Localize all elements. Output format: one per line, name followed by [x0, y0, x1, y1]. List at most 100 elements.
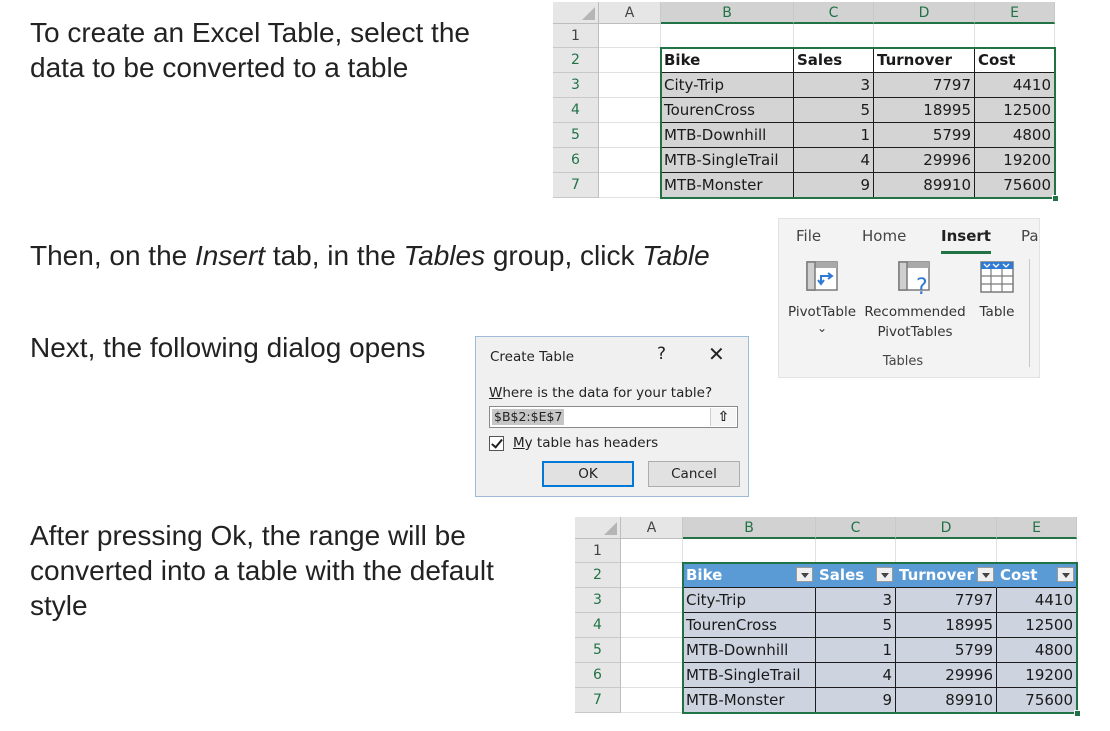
- column-header-c[interactable]: C: [794, 2, 874, 24]
- table-header-cell[interactable]: Sales: [794, 48, 874, 73]
- column-header-b[interactable]: B: [683, 517, 816, 539]
- empty-cell[interactable]: [621, 688, 683, 713]
- data-cell[interactable]: MTB-SingleTrail: [661, 148, 794, 173]
- collapse-dialog-icon[interactable]: ⇧: [710, 408, 736, 426]
- data-cell[interactable]: MTB-SingleTrail: [683, 663, 816, 688]
- row-header-3[interactable]: 3: [575, 588, 621, 613]
- row-header-7[interactable]: 7: [575, 688, 621, 713]
- table-header-cell[interactable]: Cost: [997, 563, 1077, 588]
- pivottable-button[interactable]: PivotTable ⌄: [785, 259, 859, 334]
- empty-cell[interactable]: [621, 613, 683, 638]
- data-cell[interactable]: 4410: [997, 588, 1077, 613]
- data-cell[interactable]: 18995: [896, 613, 997, 638]
- data-cell[interactable]: 12500: [997, 613, 1077, 638]
- row-header-3[interactable]: 3: [553, 73, 599, 98]
- data-cell[interactable]: City-Trip: [683, 588, 816, 613]
- data-cell[interactable]: 89910: [874, 173, 975, 198]
- empty-cell[interactable]: [599, 24, 661, 48]
- column-header-d[interactable]: D: [874, 2, 975, 24]
- table-header-cell[interactable]: Turnover: [874, 48, 975, 73]
- row-header-6[interactable]: 6: [553, 148, 599, 173]
- empty-cell[interactable]: [874, 24, 975, 48]
- data-cell[interactable]: 5: [816, 613, 896, 638]
- data-cell[interactable]: 29996: [874, 148, 975, 173]
- empty-cell[interactable]: [683, 539, 816, 563]
- help-icon[interactable]: ?: [657, 344, 666, 364]
- data-cell[interactable]: 19200: [975, 148, 1055, 173]
- data-cell[interactable]: TourenCross: [661, 98, 794, 123]
- tab-home[interactable]: Home: [862, 227, 906, 245]
- table-header-cell[interactable]: Bike: [683, 563, 816, 588]
- data-cell[interactable]: 75600: [975, 173, 1055, 198]
- data-cell[interactable]: 3: [794, 73, 874, 98]
- empty-cell[interactable]: [621, 663, 683, 688]
- table-header-cell[interactable]: Cost: [975, 48, 1055, 73]
- empty-cell[interactable]: [599, 148, 661, 173]
- filter-dropdown-icon[interactable]: [796, 567, 813, 582]
- column-header-e[interactable]: E: [997, 517, 1077, 539]
- data-cell[interactable]: 1: [794, 123, 874, 148]
- column-header-d[interactable]: D: [896, 517, 997, 539]
- data-cell[interactable]: 5799: [896, 638, 997, 663]
- row-header-4[interactable]: 4: [553, 98, 599, 123]
- data-cell[interactable]: 12500: [975, 98, 1055, 123]
- empty-cell[interactable]: [599, 123, 661, 148]
- data-cell[interactable]: 4: [794, 148, 874, 173]
- column-header-e[interactable]: E: [975, 2, 1055, 24]
- data-cell[interactable]: 18995: [874, 98, 975, 123]
- empty-cell[interactable]: [599, 73, 661, 98]
- column-header-c[interactable]: C: [816, 517, 896, 539]
- empty-cell[interactable]: [896, 539, 997, 563]
- data-cell[interactable]: 7797: [896, 588, 997, 613]
- data-cell[interactable]: MTB-Monster: [661, 173, 794, 198]
- table-button[interactable]: Table: [971, 259, 1023, 322]
- empty-cell[interactable]: [621, 539, 683, 563]
- select-all-corner[interactable]: [575, 517, 621, 539]
- filter-dropdown-icon[interactable]: [977, 567, 994, 582]
- range-input[interactable]: $B$2:$E$7 ⇧: [489, 406, 738, 428]
- data-cell[interactable]: 3: [816, 588, 896, 613]
- row-header-5[interactable]: 5: [553, 123, 599, 148]
- table-header-cell[interactable]: Sales: [816, 563, 896, 588]
- tab-insert[interactable]: Insert: [941, 227, 991, 254]
- table-header-cell[interactable]: Turnover: [896, 563, 997, 588]
- data-cell[interactable]: 9: [794, 173, 874, 198]
- recommended-pivottables-button[interactable]: ? Recommended PivotTables: [863, 259, 967, 342]
- empty-cell[interactable]: [599, 48, 661, 73]
- data-cell[interactable]: 4: [816, 663, 896, 688]
- data-cell[interactable]: 9: [816, 688, 896, 713]
- data-cell[interactable]: MTB-Downhill: [683, 638, 816, 663]
- data-cell[interactable]: 19200: [997, 663, 1077, 688]
- filter-dropdown-icon[interactable]: [1057, 567, 1074, 582]
- data-cell[interactable]: 4800: [997, 638, 1077, 663]
- row-header-2[interactable]: 2: [553, 48, 599, 73]
- empty-cell[interactable]: [816, 539, 896, 563]
- table-header-cell[interactable]: Bike: [661, 48, 794, 73]
- empty-cell[interactable]: [599, 173, 661, 198]
- data-cell[interactable]: 5: [794, 98, 874, 123]
- row-header-1[interactable]: 1: [575, 539, 621, 563]
- select-all-corner[interactable]: [553, 2, 599, 24]
- empty-cell[interactable]: [794, 24, 874, 48]
- data-cell[interactable]: 89910: [896, 688, 997, 713]
- data-cell[interactable]: 4410: [975, 73, 1055, 98]
- data-cell[interactable]: 7797: [874, 73, 975, 98]
- data-cell[interactable]: 5799: [874, 123, 975, 148]
- data-cell[interactable]: 4800: [975, 123, 1055, 148]
- data-cell[interactable]: 29996: [896, 663, 997, 688]
- empty-cell[interactable]: [621, 563, 683, 588]
- row-header-6[interactable]: 6: [575, 663, 621, 688]
- empty-cell[interactable]: [997, 539, 1077, 563]
- column-header-b[interactable]: B: [661, 2, 794, 24]
- empty-cell[interactable]: [621, 638, 683, 663]
- empty-cell[interactable]: [621, 588, 683, 613]
- empty-cell[interactable]: [975, 24, 1055, 48]
- row-header-4[interactable]: 4: [575, 613, 621, 638]
- data-cell[interactable]: City-Trip: [661, 73, 794, 98]
- tab-page-layout[interactable]: Pa: [1021, 227, 1039, 245]
- empty-cell[interactable]: [599, 98, 661, 123]
- data-cell[interactable]: 75600: [997, 688, 1077, 713]
- filter-dropdown-icon[interactable]: [876, 567, 893, 582]
- ok-button[interactable]: OK: [542, 461, 634, 487]
- cancel-button[interactable]: Cancel: [648, 461, 740, 487]
